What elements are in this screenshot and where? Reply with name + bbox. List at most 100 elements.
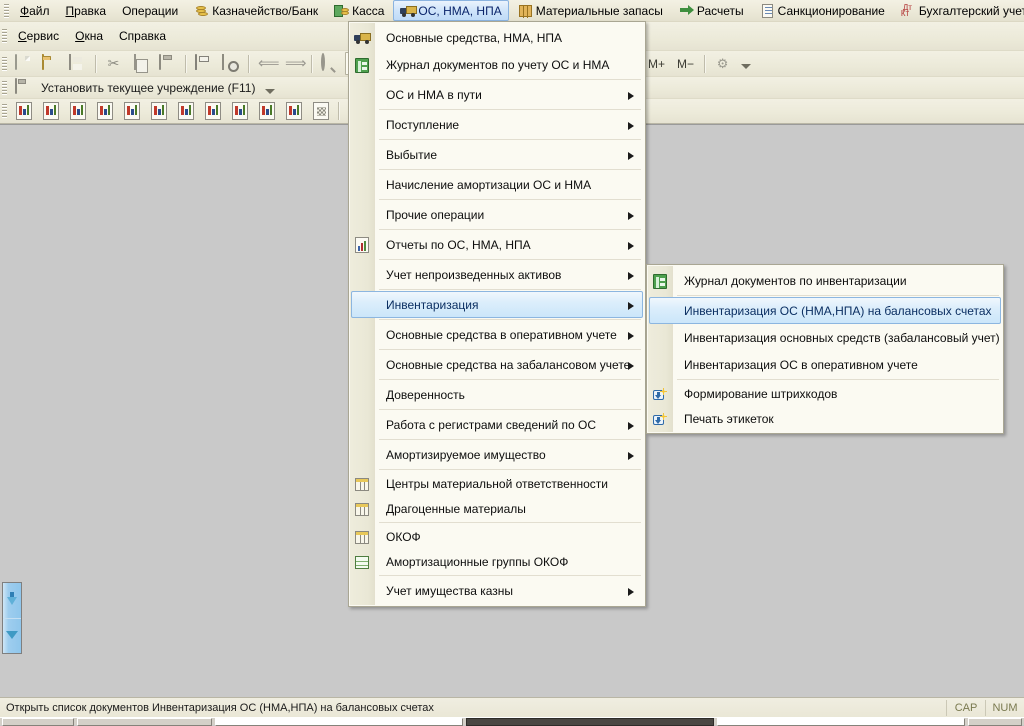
menu-item-label: Начисление амортизации ОС и НМА	[352, 178, 591, 192]
menu-item-assets-in-transit[interactable]: ОС и НМА в пути	[351, 81, 643, 108]
print-button[interactable]	[191, 52, 216, 76]
report-journal-button[interactable]	[227, 99, 252, 123]
submenu-item-generate-barcodes[interactable]: Формирование штрихкодов	[649, 381, 1001, 406]
menu-item-fixed-assets-catalog[interactable]: Основные средства, НМА, НПА	[351, 24, 643, 51]
report-chess-button[interactable]	[308, 99, 333, 123]
clipboard-paste-icon	[159, 55, 176, 72]
memory-minus-button[interactable]: M−	[671, 57, 700, 71]
memory-plus-button[interactable]: M+	[642, 57, 671, 71]
submenu-arrow-icon	[628, 588, 634, 596]
submenu-item-inventory-journal[interactable]: Журнал документов по инвентаризации	[649, 267, 1001, 294]
menubar-item-accounting[interactable]: Дт Кт Бухгалтерский учет	[894, 0, 1024, 21]
menu-item-depreciation[interactable]: Начисление амортизации ОС и НМА	[351, 171, 643, 198]
save-disk-icon	[69, 55, 86, 72]
debit-credit-icon: Дт Кт	[901, 4, 916, 18]
menu-separator	[677, 379, 999, 380]
submenu-arrow-icon	[628, 362, 634, 370]
new-document-button[interactable]	[11, 52, 36, 76]
report-dk-icon	[286, 102, 302, 120]
chevron-down-icon[interactable]	[741, 64, 751, 69]
menubar-item-treasury[interactable]: Казначейство/Банк	[187, 0, 325, 21]
menu-item-nonproduced-assets[interactable]: Учет непроизведенных активов	[351, 261, 643, 288]
settings-button[interactable]: ⚙	[710, 52, 735, 76]
menubar-item-help[interactable]: Справка	[112, 26, 173, 47]
set-institution-label[interactable]: Установить текущее учреждение (F11)	[37, 81, 255, 95]
menu-item-okof[interactable]: ОКОФ	[351, 524, 643, 549]
side-nav-download-button[interactable]	[3, 583, 21, 618]
menubar-item-fixed-assets[interactable]: ОС, НМА, НПА	[393, 0, 508, 21]
save-document-button[interactable]	[65, 52, 90, 76]
menu-separator	[379, 575, 641, 576]
menubar-item-settlements[interactable]: Расчеты	[672, 0, 751, 21]
menu-item-treasury-property[interactable]: Учет имущества казны	[351, 577, 643, 604]
menu-item-documents-journal[interactable]: Журнал документов по учету ОС и НМА	[351, 51, 643, 78]
menu-item-other-operations[interactable]: Прочие операции	[351, 201, 643, 228]
menu-item-label: Прочие операции	[352, 208, 484, 222]
menu-item-depreciable-property[interactable]: Амортизируемое имущество	[351, 441, 643, 468]
report-journal-t-button[interactable]	[200, 99, 225, 123]
toolbar-grip-4[interactable]	[2, 80, 7, 96]
menubar-item-accounting-label: Бухгалтерский учет	[919, 4, 1024, 18]
submenu-arrow-icon	[628, 152, 634, 160]
paste-button[interactable]	[155, 52, 180, 76]
report-dk-sigma-button[interactable]	[254, 99, 279, 123]
menubar-item-operations[interactable]: Операции	[115, 0, 185, 21]
menu-item-assets-operational[interactable]: Основные средства в оперативном учете	[351, 321, 643, 348]
copy-button[interactable]	[128, 52, 153, 76]
report-account-analysis-button[interactable]	[119, 99, 144, 123]
menubar-item-windows[interactable]: Окна	[68, 26, 110, 47]
wrench-icon: ⚙	[714, 55, 731, 72]
menubar-item-materials[interactable]: Материальные запасы	[511, 0, 670, 21]
submenu-item-inventory-offbalance[interactable]: Инвентаризация основных средств (забалан…	[649, 324, 1001, 351]
menu-item-reports[interactable]: Отчеты по ОС, НМА, НПА	[351, 231, 643, 258]
side-nav-more-button[interactable]	[3, 619, 21, 654]
menu-item-label: Формирование штрихкодов	[650, 387, 837, 401]
redo-button[interactable]: ⟹	[281, 52, 306, 76]
menubar-item-file[interactable]: Файл	[13, 0, 57, 21]
menu-item-registers[interactable]: Работа с регистрами сведений по ОС	[351, 411, 643, 438]
menu-item-precious-materials[interactable]: Драгоценные материалы	[351, 496, 643, 521]
find-button[interactable]	[317, 52, 342, 76]
menu-item-power-of-attorney[interactable]: Доверенность	[351, 381, 643, 408]
menubar-item-service-label: Сервис	[18, 29, 59, 43]
menubar-item-edit[interactable]: Правка	[59, 0, 114, 21]
toolbar-grip-2[interactable]	[2, 28, 7, 44]
chevron-down-icon[interactable]	[265, 89, 275, 94]
toolbar-grip-3[interactable]	[2, 56, 7, 72]
report-doc-t-icon	[151, 102, 167, 120]
report-balance-button[interactable]	[11, 99, 36, 123]
menubar-item-cashbox[interactable]: Касса	[327, 0, 391, 21]
main-menu-bar: Файл Правка Операции Казначейство/Банк К…	[0, 0, 1024, 22]
menu-item-receipt[interactable]: Поступление	[351, 111, 643, 138]
menubar-item-service[interactable]: Сервис	[11, 26, 66, 47]
set-institution-button[interactable]	[11, 76, 36, 100]
side-nav-strip[interactable]	[2, 582, 22, 654]
toolbar-separator	[185, 55, 186, 73]
submenu-item-inventory-operational[interactable]: Инвентаризация ОС в оперативном учете	[649, 351, 1001, 378]
report-account-analysis-t-button[interactable]	[92, 99, 117, 123]
chart-report-icon	[354, 237, 371, 254]
print-preview-button[interactable]	[218, 52, 243, 76]
cut-button[interactable]: ✂	[101, 52, 126, 76]
menu-item-inventory[interactable]: Инвентаризация	[351, 291, 643, 318]
submenu-item-print-labels[interactable]: Печать этикеток	[649, 406, 1001, 431]
menu-item-responsibility-centers[interactable]: Центры материальной ответственности	[351, 471, 643, 496]
report-subconto-button[interactable]	[173, 99, 198, 123]
undo-button[interactable]: ⟸	[254, 52, 279, 76]
open-document-button[interactable]	[38, 52, 63, 76]
menubar-item-sanctioning[interactable]: Санкционирование	[753, 0, 892, 21]
menu-item-depreciation-groups-okof[interactable]: Амортизационные группы ОКОФ	[351, 549, 643, 574]
menu-separator	[677, 295, 999, 296]
submenu-item-inventory-balance-accounts[interactable]: Инвентаризация ОС (НМА,НПА) на балансовы…	[649, 297, 1001, 324]
toolbar-grip-5[interactable]	[2, 103, 7, 119]
menu-item-disposal[interactable]: Выбытие	[351, 141, 643, 168]
menu-item-assets-offbalance[interactable]: Основные средства на забалансовом учете	[351, 351, 643, 378]
clipboard-icon	[15, 79, 32, 96]
report-turnover-button[interactable]	[38, 99, 63, 123]
report-card-button[interactable]	[65, 99, 90, 123]
report-subconto-t-button[interactable]	[146, 99, 171, 123]
submenu-arrow-icon	[628, 272, 634, 280]
report-dk-button[interactable]	[281, 99, 306, 123]
submenu-arrow-icon	[628, 212, 634, 220]
toolbar-grip[interactable]	[4, 3, 9, 19]
